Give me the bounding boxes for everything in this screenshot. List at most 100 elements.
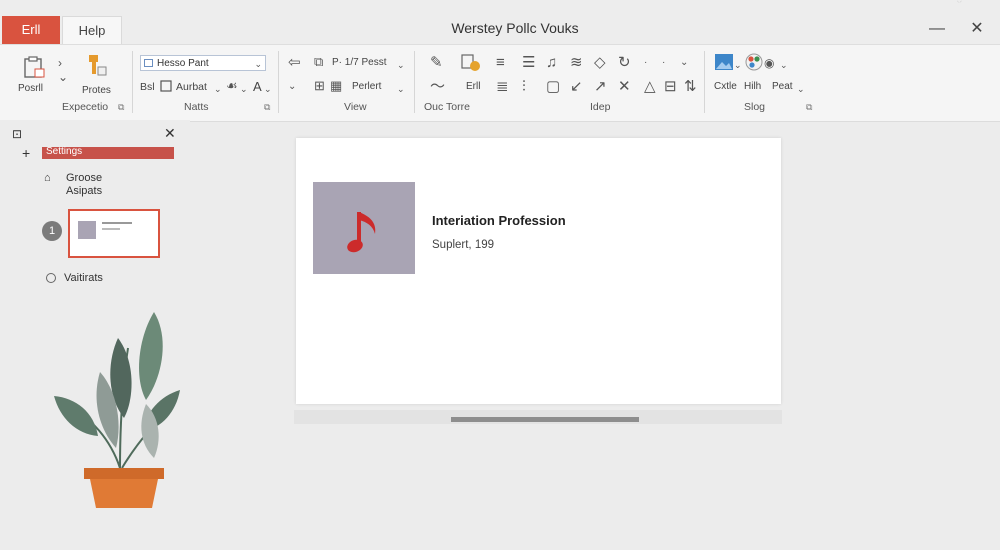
highlight-icon[interactable]: ☙	[226, 78, 238, 94]
radio-button[interactable]	[46, 273, 56, 283]
separator	[278, 51, 279, 113]
chevron-down-icon[interactable]: ⌄	[240, 81, 248, 97]
line-icon[interactable]: 〜	[430, 79, 445, 95]
more-icon[interactable]: ·	[662, 55, 665, 71]
chevron-down-icon[interactable]: ⌄	[288, 79, 296, 95]
tab-file[interactable]: Erll	[2, 16, 60, 44]
chevron-down-icon[interactable]: ⌄	[780, 57, 788, 73]
cxtle-button[interactable]: Cxtle	[714, 81, 737, 92]
dialog-launcher-icon[interactable]: ⧉	[118, 102, 124, 113]
picture-icon[interactable]	[714, 53, 734, 71]
peat-button[interactable]: Peat	[772, 81, 793, 92]
font-name-value: Hesso Pant	[157, 58, 209, 69]
close-pane-icon[interactable]: ✕	[164, 125, 176, 142]
triangle-icon[interactable]: △	[644, 79, 656, 95]
dialog-launcher-icon[interactable]: ⧉	[264, 102, 270, 113]
group-label-expecetio: Expecetio	[62, 101, 109, 113]
window-title: Werstey Pollc Vouks	[451, 20, 579, 36]
bars-icon[interactable]: ⫶	[522, 79, 526, 95]
bold-button[interactable]: Bsl	[140, 81, 155, 93]
grid-icon[interactable]: ⊟	[664, 79, 677, 95]
chart-icon[interactable]: ▦	[330, 78, 342, 94]
color-palette-icon[interactable]	[744, 52, 764, 72]
slide-number-badge: 1	[42, 221, 62, 241]
shapes-icon[interactable]	[460, 53, 482, 73]
arrows-icon[interactable]: ⇅	[684, 79, 697, 95]
thumbnail-image	[78, 221, 96, 239]
hilh-button[interactable]: Hilh	[744, 81, 761, 92]
arrow-diagonal-icon[interactable]: ↙	[570, 79, 583, 95]
dot-icon[interactable]: ·	[644, 55, 647, 71]
chevron-down-icon: ⌄	[254, 59, 262, 69]
panel-icon[interactable]: ⊡	[12, 127, 22, 141]
attribute-dropdown[interactable]: Aurbat	[176, 81, 207, 93]
thumbnail-text-line	[102, 228, 120, 230]
chevron-down-icon[interactable]: ⌄	[397, 81, 405, 97]
font-name-select[interactable]: Hesso Pant ⌄	[140, 55, 266, 71]
text-align-icon[interactable]: ≣	[496, 79, 509, 95]
chevron-down-icon[interactable]: ⌄	[680, 55, 688, 71]
group-label-slog: Slog	[744, 101, 766, 113]
protes-label[interactable]: Protes	[82, 85, 111, 96]
ribbon: Posrll › ⌄ Protes Expecetio ⧉ Hesso Pant…	[0, 44, 1000, 122]
clipboard-icon[interactable]	[22, 55, 46, 79]
arrow-left-icon[interactable]: ⇦	[288, 55, 301, 71]
horizontal-scrollbar[interactable]	[294, 410, 782, 424]
font-color-button[interactable]: A	[253, 79, 262, 94]
separator	[414, 51, 415, 113]
circle-icon[interactable]: ◉	[764, 55, 774, 71]
slides-icon[interactable]: ⧉	[314, 54, 323, 70]
image-icon[interactable]	[160, 80, 172, 92]
pen-icon[interactable]: ✎	[430, 55, 443, 71]
nav-item-groose[interactable]: Groose	[66, 172, 102, 184]
thumbnail-text-line	[102, 222, 132, 224]
nav-item-vaitirats[interactable]: Vaitirats	[64, 272, 103, 284]
slide-thumbnail[interactable]	[68, 209, 160, 258]
wave-icon[interactable]: ≋	[570, 55, 583, 71]
page-range-select[interactable]: P· 1/7 Pesst	[332, 57, 386, 68]
font-icon	[144, 59, 153, 67]
group-label-view: View	[344, 101, 367, 113]
slide-title[interactable]: Interiation Profession	[432, 213, 566, 228]
music-note-icon[interactable]: ♫	[546, 55, 557, 71]
diamond-icon[interactable]: ◇	[594, 55, 606, 71]
separator	[132, 51, 133, 113]
plant-illustration	[54, 312, 180, 508]
nav-item-asipats[interactable]: Asipats	[66, 185, 102, 197]
restore-icon[interactable]: ⌃	[918, 0, 927, 7]
rotate-icon[interactable]: ↻	[618, 55, 631, 71]
slide-canvas[interactable]: Interiation Profession Suplert, 199	[296, 138, 781, 404]
slide-subtitle[interactable]: Suplert, 199	[432, 239, 494, 251]
frame-icon[interactable]: ▢	[546, 79, 560, 95]
active-nav-item[interactable]: Settings	[42, 146, 174, 159]
group-label-idep: Idep	[590, 101, 611, 113]
separator	[704, 51, 705, 113]
tab-help[interactable]: Help	[62, 16, 122, 44]
layout-icon[interactable]: ⊞	[314, 78, 325, 94]
minimize-button[interactable]: —	[922, 16, 952, 42]
paste-label[interactable]: Posrll	[18, 83, 43, 94]
arrow-down-icon[interactable]: ⌄	[58, 69, 68, 85]
cross-icon[interactable]: ✕	[618, 79, 631, 95]
chevron-down-icon[interactable]: ⌄	[214, 81, 222, 97]
align-icon[interactable]: ≡	[496, 55, 505, 71]
chevron-down-icon[interactable]: ⌄	[264, 81, 272, 97]
slide-image[interactable]	[313, 182, 415, 274]
chevron-down-icon[interactable]: ⌄	[797, 81, 805, 97]
chevron-down-icon[interactable]: ⌄	[734, 57, 742, 73]
account-icon[interactable]: ◔	[956, 0, 963, 6]
arrow-up-right-icon[interactable]: ↗	[594, 79, 607, 95]
add-icon[interactable]: +	[22, 145, 30, 161]
music-note-icon	[347, 212, 376, 253]
group-label-ouc-torre: Ouc Torre	[424, 101, 470, 113]
close-button[interactable]: ✕	[962, 16, 992, 42]
dialog-launcher-icon[interactable]: ⧉	[806, 102, 812, 113]
perfect-select[interactable]: Perlert	[352, 81, 381, 92]
scrollbar-thumb[interactable]	[451, 417, 639, 422]
chevron-down-icon[interactable]: ⌄	[397, 57, 405, 73]
title-bar: Erll Help Werstey Pollc Vouks ⌃ ◔ — ✕	[0, 0, 1000, 44]
format-painter-icon[interactable]	[84, 53, 108, 79]
active-nav-label: Settings	[46, 146, 83, 157]
erll-button[interactable]: Erll	[466, 81, 480, 92]
list-icon[interactable]: ☰	[522, 55, 535, 71]
